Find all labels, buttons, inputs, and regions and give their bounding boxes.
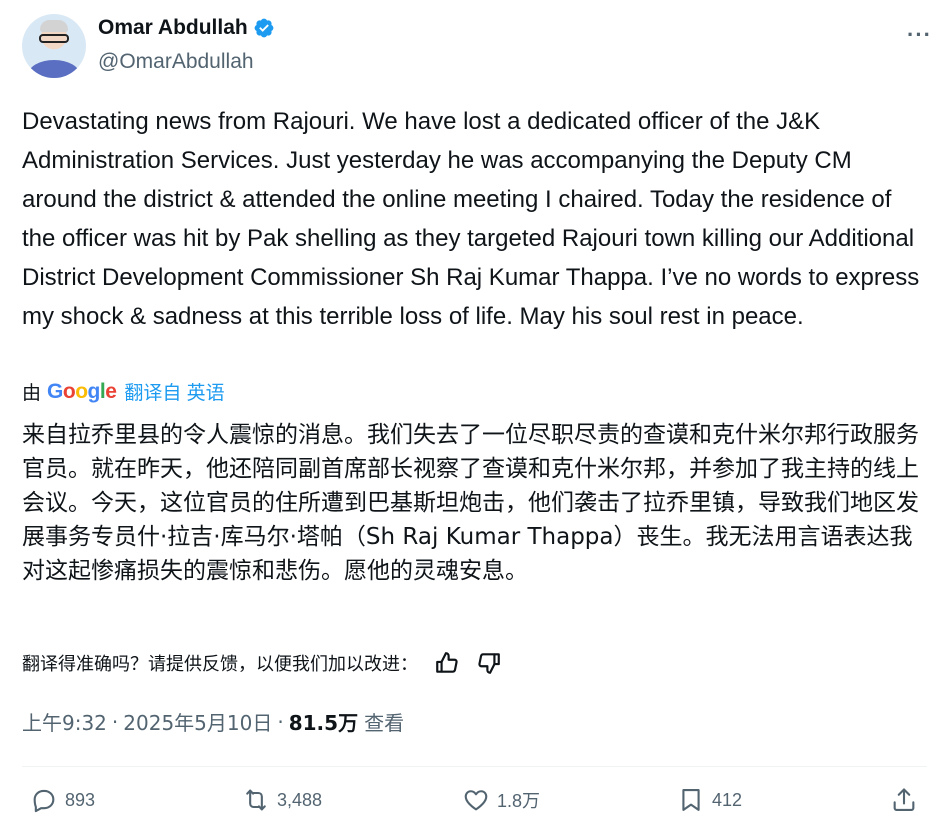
reply-button[interactable]: 893 xyxy=(30,786,95,814)
more-horizontal-icon[interactable]: ··· xyxy=(907,22,932,48)
retweet-icon xyxy=(246,789,266,811)
thumbs-down-icon[interactable] xyxy=(476,650,502,676)
tweet-header: Omar Abdullah @OmarAbdullah ··· xyxy=(22,12,932,82)
tweet-actions: 893 3,488 1.8万 412 xyxy=(22,786,927,824)
heart-icon xyxy=(464,790,488,811)
avatar[interactable] xyxy=(22,14,86,78)
views-label: 查看 xyxy=(364,711,405,735)
display-name[interactable]: Omar Abdullah xyxy=(98,16,248,40)
translation-attribution: 由 Google 翻译自 英语 xyxy=(22,378,225,405)
meta-separator: · xyxy=(277,709,284,734)
name-row: Omar Abdullah xyxy=(98,16,275,40)
bookmark-button[interactable]: 412 xyxy=(677,786,742,814)
bookmark-count: 412 xyxy=(712,789,743,810)
translation-feedback: 翻译得准确吗？请提供反馈，以便我们加以改进： xyxy=(22,650,502,676)
like-button[interactable]: 1.8万 xyxy=(462,786,540,814)
avatar-hair xyxy=(40,20,68,32)
tweet-text: Devastating news from Rajouri. We have l… xyxy=(22,108,926,330)
tweet-date[interactable]: 2025年5月10日 xyxy=(123,707,272,736)
translated-by-label: 由 xyxy=(22,383,42,404)
bookmark-icon xyxy=(682,789,700,811)
avatar-shirt xyxy=(28,60,80,78)
meta-separator: · xyxy=(111,709,119,734)
feedback-prompt: 翻译得准确吗？请提供反馈，以便我们加以改进： xyxy=(22,654,418,675)
share-button[interactable] xyxy=(890,786,925,814)
tweet-time[interactable]: 上午9:32 xyxy=(22,707,107,736)
views-count: 81.5万 xyxy=(288,711,359,735)
translated-text: 来自拉乔里县的令人震惊的消息。我们失去了一位尽职尽责的查谟和克什米尔邦行政服务官… xyxy=(22,422,919,584)
retweet-button[interactable]: 3,488 xyxy=(242,786,322,814)
reply-count: 893 xyxy=(65,789,96,810)
verified-badge-icon xyxy=(254,18,274,38)
divider xyxy=(22,766,927,767)
translated-from-link[interactable]: 翻译自 英语 xyxy=(124,378,224,405)
reply-icon xyxy=(33,789,55,813)
user-handle[interactable]: @OmarAbdullah xyxy=(98,50,254,74)
share-icon xyxy=(893,788,915,811)
retweet-count: 3,488 xyxy=(277,789,323,810)
avatar-glasses xyxy=(39,34,69,43)
like-count: 1.8万 xyxy=(497,791,541,811)
google-logo: Google xyxy=(47,379,117,403)
thumbs-up-icon[interactable] xyxy=(434,650,460,676)
tweet-meta: 上午9:32 · 2025年5月10日 · 81.5万 查看 xyxy=(22,707,404,736)
